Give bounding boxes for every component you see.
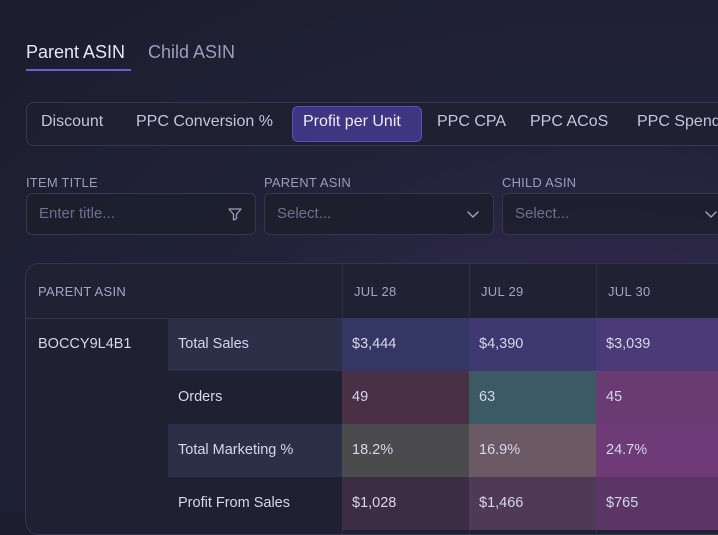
tab-child-asin[interactable]: Child ASIN	[148, 42, 235, 63]
metric-label-cell: Orders	[168, 371, 342, 424]
metric-ppc-cpa[interactable]: PPC CPA	[437, 113, 506, 131]
chevron-down-icon	[705, 211, 717, 219]
parent-asin-value[interactable]: BOCCY9L4B1	[38, 336, 132, 352]
table-cell[interactable]: $1,466	[469, 477, 596, 530]
metric-label: Total Marketing %	[178, 442, 294, 458]
table-cell[interactable]: 63	[469, 371, 596, 424]
table-cell[interactable]: $4,390	[469, 318, 596, 371]
cell-value: 24.7%	[606, 442, 648, 458]
cell-value: 18.2%	[352, 442, 394, 458]
cell-value: 63	[479, 389, 496, 405]
child-asin-placeholder: Select...	[515, 205, 570, 222]
cell-value: $765	[606, 495, 639, 511]
table-cell[interactable]: 49	[342, 371, 469, 424]
table-cell[interactable]: $1,028	[342, 477, 469, 530]
metric-label: Total Sales	[178, 336, 249, 352]
header-date: JUL 30	[608, 284, 651, 299]
item-title-input[interactable]: Enter title...	[26, 193, 256, 235]
metric-label: Profit From Sales	[178, 495, 290, 511]
table-header: PARENT ASIN JUL 28 JUL 29 JUL 30	[26, 264, 718, 319]
cell-value: $4,390	[479, 336, 524, 352]
metric-discount[interactable]: Discount	[41, 113, 103, 131]
table-cell[interactable]: $3,039	[596, 318, 718, 371]
header-date: JUL 28	[354, 284, 397, 299]
header-date: JUL 29	[481, 284, 524, 299]
item-title-label: ITEM TITLE	[26, 175, 98, 190]
table-cell[interactable]: $3,444	[342, 318, 469, 371]
metric-label-cell: Total Sales	[168, 318, 342, 371]
metric-ppc-acos[interactable]: PPC ACoS	[530, 113, 608, 131]
cell-value: $1,466	[479, 495, 524, 511]
parent-asin-select[interactable]: Select...	[264, 193, 494, 235]
active-tab-indicator	[26, 69, 131, 71]
cell-value: 16.9%	[479, 442, 521, 458]
table-cell[interactable]: 24.7%	[596, 424, 718, 477]
metric-profit-per-unit[interactable]: Profit per Unit	[303, 113, 401, 131]
cell-value: 45	[606, 389, 623, 405]
child-asin-label: CHILD ASIN	[502, 175, 577, 190]
tab-parent-asin[interactable]: Parent ASIN	[26, 42, 125, 63]
metric-label-cell: Total Marketing %	[168, 424, 342, 477]
header-parent-asin: PARENT ASIN	[38, 284, 127, 299]
cell-value: $3,444	[352, 336, 397, 352]
filter-icon[interactable]	[227, 206, 243, 222]
item-title-placeholder: Enter title...	[39, 205, 115, 222]
cell-value: 49	[352, 389, 369, 405]
cell-value: $3,039	[606, 336, 651, 352]
table-cell[interactable]: 16.9%	[469, 424, 596, 477]
metric-label-cell: Profit From Sales	[168, 477, 342, 530]
parent-asin-placeholder: Select...	[277, 205, 332, 222]
table-cell[interactable]: 45	[596, 371, 718, 424]
data-table: PARENT ASIN JUL 28 JUL 29 JUL 30 BOCCY9L…	[25, 263, 718, 535]
metric-ppc-conversion[interactable]: PPC Conversion %	[136, 113, 273, 131]
child-asin-select[interactable]: Select...	[502, 193, 718, 235]
metric-label: Orders	[178, 389, 223, 405]
table-cell[interactable]: $765	[596, 477, 718, 530]
table-cell[interactable]: 18.2%	[342, 424, 469, 477]
metric-ppc-spend[interactable]: PPC Spend	[637, 113, 718, 131]
chevron-down-icon	[467, 211, 479, 219]
cell-value: $1,028	[352, 495, 397, 511]
parent-asin-label: PARENT ASIN	[264, 175, 351, 190]
